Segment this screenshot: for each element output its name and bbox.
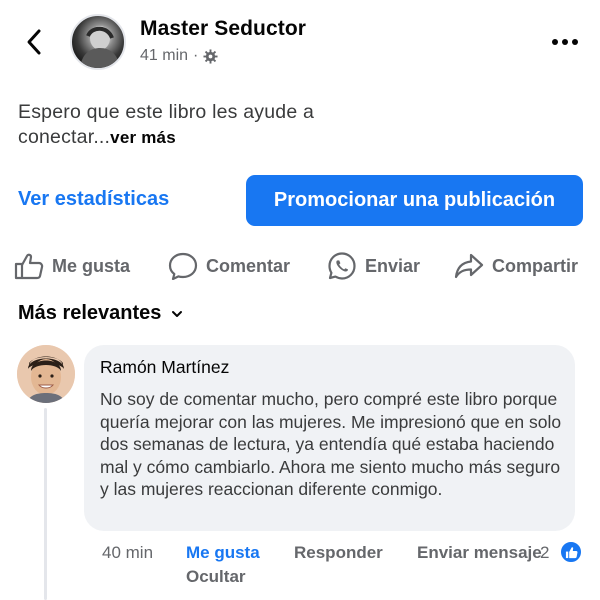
like-reaction-icon — [565, 546, 577, 558]
commenter-avatar[interactable] — [17, 345, 75, 403]
share-arrow-icon — [454, 253, 484, 279]
send-action-button[interactable]: Enviar — [327, 252, 420, 280]
thumbs-up-icon — [14, 253, 44, 280]
comment-like-button[interactable]: Me gusta — [186, 543, 260, 563]
comment-action-button[interactable]: Comentar — [168, 252, 290, 280]
comment-text: No soy de comentar mucho, pero compré es… — [100, 389, 562, 499]
more-horizontal-icon — [552, 39, 578, 45]
see-more-link[interactable]: ver más — [110, 128, 176, 147]
send-action-label: Enviar — [365, 255, 421, 276]
comment-action-label: Comentar — [206, 255, 291, 276]
like-action-button[interactable]: Me gusta — [14, 252, 130, 280]
share-action-label: Compartir — [492, 255, 579, 276]
comment-sort-dropdown[interactable]: Más relevantes — [18, 302, 183, 325]
post-time: 41 min — [140, 47, 189, 64]
page-name[interactable]: Master Seductor — [140, 17, 306, 41]
more-options-button[interactable] — [548, 30, 582, 54]
comment-hide-button[interactable]: Ocultar — [186, 567, 246, 587]
chevron-down-icon — [172, 310, 183, 317]
chevron-left-icon — [27, 29, 41, 55]
comment-time: 40 min — [102, 543, 154, 562]
post-text: Espero que este libro les ayude a conect… — [18, 100, 398, 150]
meta-separator: · — [193, 47, 199, 64]
whatsapp-icon — [328, 252, 356, 280]
thread-line — [44, 408, 47, 600]
comment-bubble-icon — [168, 252, 198, 280]
comment-author[interactable]: Ramón Martínez — [100, 357, 229, 378]
comment-reply-button[interactable]: Responder — [294, 543, 383, 563]
gear-icon — [203, 48, 218, 64]
commenter-avatar-image — [17, 345, 75, 403]
share-action-button[interactable]: Compartir — [454, 252, 578, 280]
promote-post-button[interactable]: Promocionar una publicación — [246, 175, 583, 226]
comment-sort-label: Más relevantes — [18, 302, 162, 324]
page-avatar-image — [80, 26, 120, 68]
comment-reaction-count: 2 — [540, 543, 550, 562]
comment-reaction-badge[interactable] — [559, 540, 583, 564]
comment-send-message-button[interactable]: Enviar mensaje — [417, 543, 557, 563]
like-action-label: Me gusta — [52, 255, 131, 276]
page-avatar[interactable] — [70, 14, 126, 70]
post-meta: 41 min · — [140, 47, 218, 65]
back-button[interactable] — [18, 24, 50, 60]
view-insights-link[interactable]: Ver estadísticas — [18, 188, 169, 211]
